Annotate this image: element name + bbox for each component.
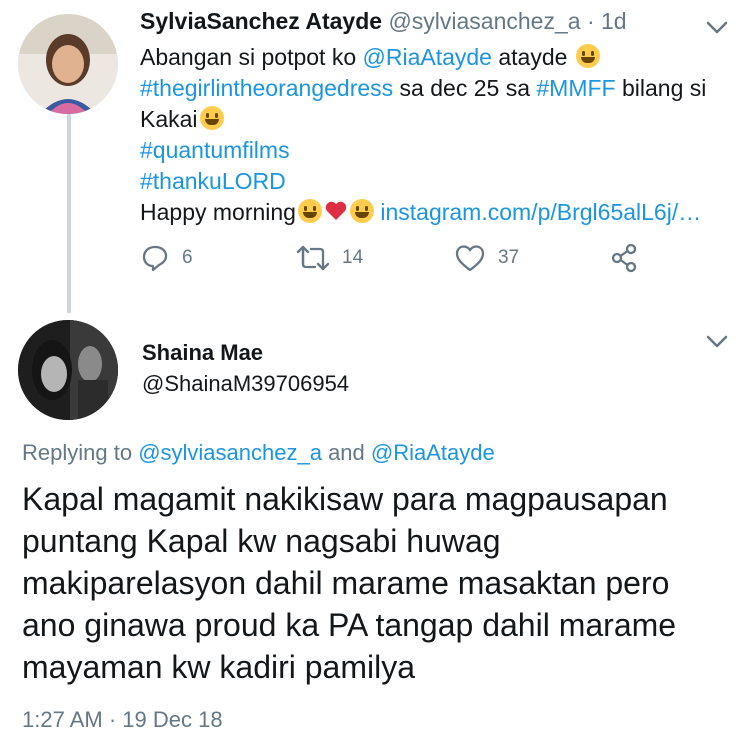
- replying-to: Replying to @sylviasanchez_a and @RiaAta…: [22, 440, 495, 466]
- heart-eyes-emoji-icon: [349, 199, 374, 223]
- tweet1-text: bilang si: [615, 75, 707, 101]
- tweet1-text: atayde: [491, 44, 568, 70]
- share-icon: [611, 243, 637, 273]
- tweet1-separator: ·: [586, 8, 595, 34]
- tweet2-body: Kapal magamit nakikisaw para magpausapan…: [22, 478, 732, 688]
- tweet2-line: makiparelasyon dahil marame masaktan per…: [22, 565, 670, 601]
- mention-ria[interactable]: @RiaAtayde: [363, 44, 492, 70]
- tweet1-header: SylviaSanchez Atayde @sylviasanchez_a · …: [140, 8, 627, 35]
- mention-ria[interactable]: @RiaAtayde: [371, 440, 495, 465]
- hashtag-thegirlintheorangedress[interactable]: #thegirlintheorangedress: [140, 75, 393, 101]
- tweet1-line1: Abangan si potpot ko @RiaAtayde atayde: [140, 42, 710, 73]
- replying-prefix: Replying to: [22, 440, 139, 465]
- hashtag-mmff[interactable]: #MMFF: [536, 75, 615, 101]
- retweet-count: 14: [342, 247, 364, 268]
- tweet1-author-name[interactable]: SylviaSanchez Atayde: [140, 8, 382, 34]
- tweet1-text: Abangan si potpot ko: [140, 44, 363, 70]
- tweet1-line2: #thegirlintheorangedress sa dec 25 sa #M…: [140, 73, 710, 104]
- tweet2-author-handle[interactable]: @ShainaM39706954: [142, 371, 349, 397]
- grinning-emoji-icon: [199, 106, 224, 130]
- tweet1-text: sa dec 25 sa: [393, 75, 537, 101]
- tweet2-author-name[interactable]: Shaina Mae: [142, 340, 263, 366]
- chevron-down-icon: [706, 21, 728, 34]
- tweet1-time[interactable]: 1d: [601, 8, 627, 34]
- like-count: 37: [498, 247, 520, 268]
- tweet1-text: Kakai: [140, 106, 198, 132]
- tweet1-line6: Happy morning instagram.com/p/Brgl65alL6…: [140, 197, 710, 228]
- tweet1-body: Abangan si potpot ko @RiaAtayde atayde #…: [140, 42, 710, 228]
- tweet2-menu-button[interactable]: [706, 335, 728, 354]
- avatar-sylvia-image: [18, 14, 118, 114]
- tweet2-line: puntang Kapal kw nagsabi huwag: [22, 523, 501, 559]
- instagram-link[interactable]: instagram.com/p/Brgl65alL6j/…: [380, 199, 701, 225]
- tweet1-author-handle[interactable]: @sylviasanchez_a: [388, 8, 580, 34]
- like-button[interactable]: 37: [454, 242, 519, 274]
- like-icon: [455, 245, 485, 272]
- mention-sylvia[interactable]: @sylviasanchez_a: [138, 440, 322, 465]
- red-heart-emoji-icon: [324, 199, 348, 223]
- tweet2-line: Kapal magamit nakikisaw para magpausapan: [22, 481, 668, 517]
- grinning-emoji-icon: [575, 44, 600, 68]
- tweet2-line: ano ginawa proud ka PA tangap dahil mara…: [22, 607, 677, 643]
- reply-count: 6: [182, 247, 193, 268]
- tweet1-line5: #thankuLORD: [140, 166, 710, 197]
- tweet1-text: Happy morning: [140, 199, 296, 225]
- tweet1-menu-button[interactable]: [706, 21, 728, 40]
- kissing-face-emoji-icon: [297, 199, 322, 223]
- tweet1-line3: Kakai: [140, 104, 710, 135]
- retweet-button[interactable]: 14: [296, 242, 363, 274]
- replying-and: and: [321, 440, 371, 465]
- avatar-sylvia[interactable]: [18, 14, 118, 114]
- reply-icon: [142, 245, 168, 272]
- share-button[interactable]: [610, 242, 640, 274]
- retweet-icon: [296, 245, 330, 271]
- tweet2-line: mayaman kw kadiri pamilya: [22, 649, 416, 685]
- tweet2-timestamp[interactable]: 1:27 AM · 19 Dec 18: [22, 707, 223, 733]
- avatar-shaina[interactable]: [18, 320, 118, 420]
- tweet1-line4: #quantumfilms: [140, 135, 710, 166]
- chevron-down-icon: [706, 335, 728, 348]
- avatar-shaina-image: [18, 320, 118, 420]
- hashtag-thankulord[interactable]: #thankuLORD: [140, 168, 286, 194]
- thread-connector-line: [67, 110, 71, 313]
- hashtag-quantumfilms[interactable]: #quantumfilms: [140, 137, 290, 163]
- reply-button[interactable]: 6: [140, 242, 193, 274]
